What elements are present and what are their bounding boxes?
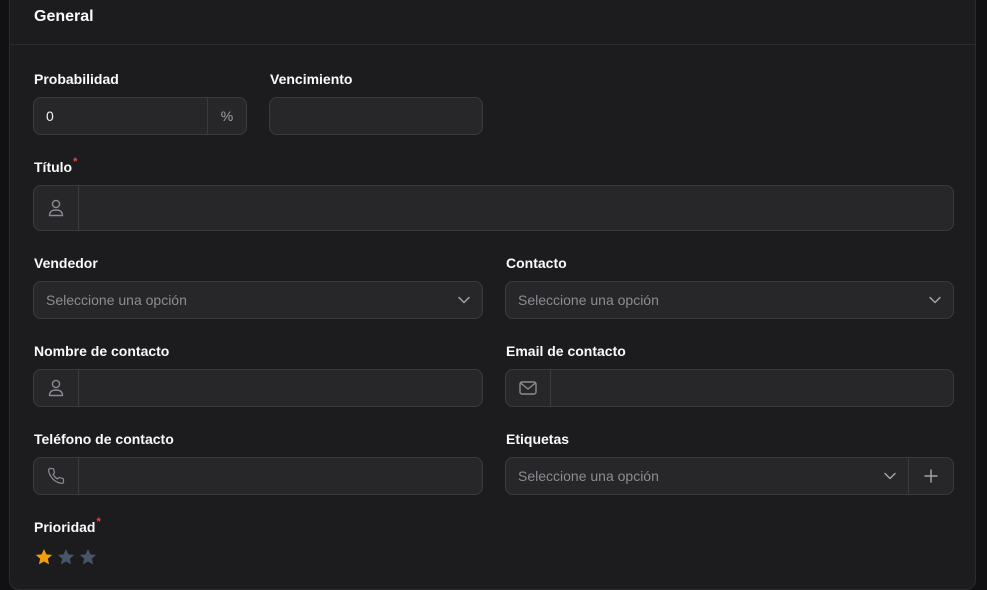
nombre-contacto-label: Nombre de contacto (34, 343, 170, 359)
etiquetas-select[interactable]: Seleccione una opción (505, 457, 954, 495)
probabilidad-field[interactable]: 0 % (33, 97, 247, 135)
telefono-contacto-input[interactable] (79, 458, 482, 494)
chevron-down-icon[interactable] (929, 296, 941, 304)
nombre-contacto-input[interactable] (79, 370, 482, 406)
titulo-label-text: Título (34, 159, 73, 175)
prioridad-label: Prioridad* (34, 516, 101, 535)
etiquetas-placeholder: Seleccione una opción (518, 468, 659, 484)
priority-rating[interactable] (34, 547, 98, 567)
contacto-label: Contacto (506, 255, 567, 271)
prioridad-label-text: Prioridad (34, 519, 96, 535)
phone-icon (34, 458, 79, 494)
contacto-select[interactable]: Seleccione una opción (505, 281, 954, 319)
percent-suffix: % (207, 98, 246, 134)
telefono-contacto-label: Teléfono de contacto (34, 431, 174, 447)
required-mark: * (73, 156, 78, 168)
star-icon[interactable] (78, 547, 98, 567)
nombre-contacto-field[interactable] (33, 369, 483, 407)
vencimiento-input[interactable] (270, 98, 482, 134)
general-section-card: General Probabilidad 0 % Vencimiento Tít… (9, 0, 976, 590)
email-contacto-field[interactable] (505, 369, 954, 407)
user-icon (34, 370, 79, 406)
telefono-contacto-field[interactable] (33, 457, 483, 495)
vendedor-placeholder: Seleccione una opción (46, 292, 187, 308)
section-title: General (34, 8, 94, 25)
star-icon[interactable] (34, 547, 54, 567)
section-divider (10, 44, 975, 45)
vencimiento-label: Vencimiento (270, 71, 353, 87)
titulo-label: Título* (34, 156, 78, 175)
vencimiento-field[interactable] (269, 97, 483, 135)
vendedor-label: Vendedor (34, 255, 98, 271)
envelope-icon (506, 370, 551, 406)
etiquetas-label: Etiquetas (506, 431, 570, 447)
chevron-down-icon[interactable] (884, 472, 896, 480)
chevron-down-icon[interactable] (458, 296, 470, 304)
star-icon[interactable] (56, 547, 76, 567)
user-icon (34, 186, 79, 230)
probabilidad-label: Probabilidad (34, 71, 119, 87)
vendedor-select[interactable]: Seleccione una opción (33, 281, 483, 319)
titulo-input[interactable] (79, 186, 953, 230)
email-contacto-label: Email de contacto (506, 343, 626, 359)
add-tag-button[interactable] (908, 458, 953, 494)
email-contacto-input[interactable] (551, 370, 953, 406)
required-mark: * (96, 516, 101, 528)
plus-icon (924, 469, 938, 483)
contacto-placeholder: Seleccione una opción (518, 292, 659, 308)
titulo-field[interactable] (33, 185, 954, 231)
probabilidad-input[interactable]: 0 (34, 98, 207, 134)
